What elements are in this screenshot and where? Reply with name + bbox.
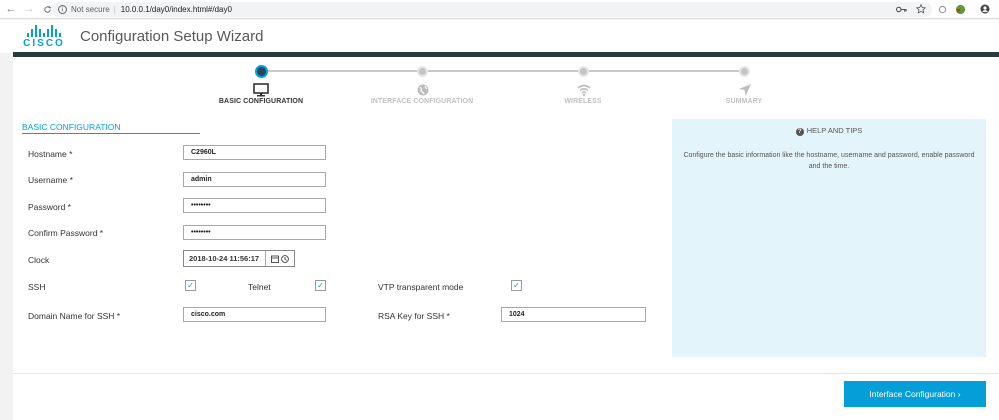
ssh-label: SSH xyxy=(28,282,46,292)
app-header: CISCO Configuration Setup Wizard xyxy=(0,20,999,53)
page-title: Configuration Setup Wizard xyxy=(80,28,264,45)
profile-icon[interactable] xyxy=(980,4,990,14)
time-icon[interactable] xyxy=(281,254,289,263)
ssh-checkbox[interactable]: ✓ xyxy=(185,280,196,291)
step-label-summary[interactable]: SUMMARY xyxy=(674,98,814,105)
cisco-logo: CISCO xyxy=(22,25,66,49)
password-label: Password * xyxy=(28,202,71,212)
cisco-bars-icon xyxy=(22,25,66,37)
help-title: ? HELP AND TIPS xyxy=(672,126,986,136)
address-separator: | xyxy=(113,5,116,14)
extension-leaf-icon[interactable] xyxy=(955,4,966,15)
calendar-icon[interactable] xyxy=(271,255,279,263)
help-panel: ? HELP AND TIPS Configure the basic infor… xyxy=(672,119,986,357)
info-icon[interactable]: i xyxy=(58,5,67,14)
step-label-basic-configuration[interactable]: BASIC CONFIGURATION xyxy=(191,98,331,105)
back-button[interactable]: ← xyxy=(4,2,18,16)
question-icon: ? xyxy=(795,128,804,136)
username-input[interactable]: admin xyxy=(183,172,326,187)
reload-icon xyxy=(43,5,51,13)
telnet-label: Telnet xyxy=(248,282,271,292)
help-text: Configure the basic information like the… xyxy=(683,152,975,170)
forward-button[interactable]: → xyxy=(22,2,36,16)
clock-value[interactable]: 2018-10-24 11:56:17 xyxy=(184,251,266,266)
stepper-track xyxy=(264,70,743,72)
key-icon[interactable] xyxy=(896,5,907,14)
url-text[interactable]: 10.0.0.1/day0/index.html#/day0 xyxy=(121,5,232,14)
help-title-text: HELP AND TIPS xyxy=(806,126,863,135)
clock-picker[interactable] xyxy=(266,251,294,266)
hostname-input[interactable]: C2960L xyxy=(183,145,326,160)
hostname-label: Hostname * xyxy=(28,149,73,159)
footer-divider xyxy=(13,373,999,374)
step-dot-interface-configuration[interactable] xyxy=(417,66,428,77)
clock-label: Clock xyxy=(28,255,50,265)
section-underline xyxy=(22,133,200,134)
vtp-transparent-checkbox[interactable]: ✓ xyxy=(511,280,522,291)
domain-name-label: Domain Name for SSH * xyxy=(28,311,121,321)
wizard-card: BASIC CONFIGURATION INTERFACE CONFIGURAT… xyxy=(13,57,999,420)
navigation-arrow-icon xyxy=(739,84,751,96)
extension-icon[interactable] xyxy=(938,5,947,14)
browser-toolbar: ← → i Not secure | 10.0.0.1/day0/index.h… xyxy=(0,0,999,19)
wifi-icon xyxy=(577,84,591,97)
cisco-logo-text: CISCO xyxy=(23,38,65,49)
globe-icon xyxy=(417,84,429,96)
security-label: Not secure xyxy=(71,5,110,14)
confirm-password-label: Confirm Password * xyxy=(28,228,104,238)
rsa-key-label: RSA Key for SSH * xyxy=(378,311,450,321)
confirm-password-input[interactable]: •••••••• xyxy=(183,225,326,240)
rsa-key-input[interactable]: 1024 xyxy=(501,307,646,322)
username-label: Username * xyxy=(28,175,73,185)
telnet-checkbox[interactable]: ✓ xyxy=(315,280,326,291)
step-label-wireless[interactable]: WIRELESS xyxy=(513,98,653,105)
bookmark-star-icon[interactable] xyxy=(916,4,926,14)
step-dot-basic-configuration[interactable] xyxy=(255,65,268,78)
password-input[interactable]: •••••••• xyxy=(183,198,326,213)
clock-field[interactable]: 2018-10-24 11:56:17 xyxy=(183,250,295,267)
vtp-transparent-label: VTP transparent mode xyxy=(378,282,464,292)
domain-name-input[interactable]: cisco.com xyxy=(183,307,326,322)
step-label-interface-configuration[interactable]: INTERFACE CONFIGURATION xyxy=(352,98,492,105)
section-title: BASIC CONFIGURATION xyxy=(22,122,121,132)
interface-configuration-button[interactable]: Interface Configuration › xyxy=(844,381,986,407)
address-bar[interactable]: i Not secure | 10.0.0.1/day0/index.html#… xyxy=(52,2,932,17)
step-dot-summary[interactable] xyxy=(739,66,750,77)
step-dot-wireless[interactable] xyxy=(578,66,589,77)
monitor-icon xyxy=(253,83,269,97)
